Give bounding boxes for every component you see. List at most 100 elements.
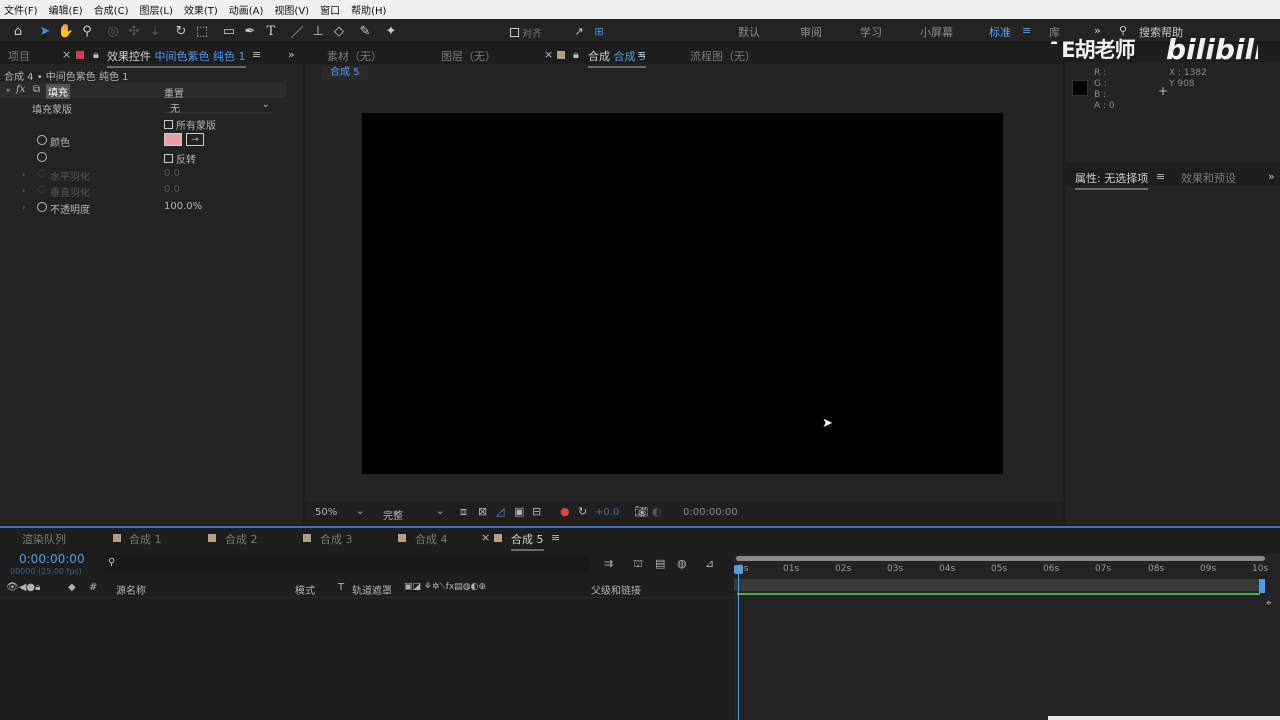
panel-menu-icon[interactable]: ≡ xyxy=(252,48,261,61)
fill-mask-dropdown[interactable]: 无 ⌄ xyxy=(164,99,272,115)
menu-help[interactable]: 帮助(H) xyxy=(351,2,386,17)
tab-comp1[interactable]: 合成 1 xyxy=(129,531,162,547)
tab-properties[interactable]: 属性: 无选择项 xyxy=(1075,170,1149,190)
col-source-name[interactable]: 源名称 xyxy=(116,582,146,597)
tab-effects-presets[interactable]: 效果和预设 xyxy=(1181,170,1236,186)
fast-preview-icon[interactable]: ⧈ xyxy=(460,505,467,519)
v-feather-twirl-icon[interactable]: › xyxy=(22,186,25,195)
lock-icon[interactable]: 🔒︎ xyxy=(93,48,99,62)
effect-twirl-icon[interactable]: ▾ xyxy=(6,86,10,95)
pan-behind-tool-icon[interactable]: ⬚ xyxy=(193,22,211,40)
props-menu-icon[interactable]: ≡ xyxy=(1156,170,1165,183)
snap-toggle[interactable]: 对齐 xyxy=(510,25,542,40)
pen-tool-icon[interactable]: ✒ xyxy=(241,22,259,40)
zoom-chevron-icon[interactable]: ⌄ xyxy=(356,506,364,517)
timeline-timecode[interactable]: 0:00:00:00 xyxy=(19,552,85,566)
hand-tool-icon[interactable]: ✋ xyxy=(57,22,75,40)
type-tool-icon[interactable]: T xyxy=(262,22,280,40)
opacity-value[interactable]: 100.0% xyxy=(164,201,202,212)
dolly-camera-icon[interactable]: ⇣ xyxy=(146,22,164,40)
brush-tool-icon[interactable]: ／ xyxy=(288,22,306,41)
tab-flowchart[interactable]: 流程图（无） xyxy=(690,48,756,64)
all-masks-checkbox[interactable] xyxy=(164,120,173,129)
workspace-standard[interactable]: 标准 xyxy=(989,24,1011,40)
effect-name[interactable]: 填充 xyxy=(46,84,70,99)
show-snapshot-icon[interactable]: ◐ xyxy=(652,505,662,518)
props-overflow-icon[interactable]: » xyxy=(1268,170,1275,183)
workspace-menu-icon[interactable]: ≡ xyxy=(1022,24,1031,37)
col-t[interactable]: T xyxy=(338,582,344,593)
all-masks-toggle[interactable]: 所有蒙版 xyxy=(164,117,216,132)
timeline-zoom-icon[interactable]: ⌖ xyxy=(1266,598,1272,609)
fx-icon[interactable]: fx xyxy=(16,84,25,95)
v-feather-value[interactable]: 0.0 xyxy=(164,184,180,195)
tab-comp3[interactable]: 合成 3 xyxy=(320,531,353,547)
snapshot-camera-icon[interactable]: 📷︎ xyxy=(634,505,648,518)
av-features-icon[interactable]: 👁︎◀︎●🔒︎ xyxy=(6,582,40,593)
color-stopwatch-icon[interactable] xyxy=(37,135,47,145)
frame-blending-icon[interactable]: ◍ xyxy=(677,557,687,570)
tab-effect-controls[interactable]: 效果控件 中间色紫色 纯色 1 xyxy=(107,48,246,68)
time-navigator[interactable] xyxy=(736,556,1265,561)
tab-comp2[interactable]: 合成 2 xyxy=(225,531,258,547)
workspace-learn[interactable]: 学习 xyxy=(860,24,882,40)
hide-shy-layers-icon[interactable]: ▤ xyxy=(655,557,665,570)
work-area-end-handle[interactable] xyxy=(1259,579,1265,593)
invert-toggle[interactable]: 反转 xyxy=(164,151,196,166)
snap-options-icon[interactable]: ↗ xyxy=(570,22,588,40)
label-tag-icon[interactable]: ◆ xyxy=(68,582,76,593)
switches-icon[interactable]: ▣◪ ⚘✲⟍fx▤◍◐⊕ xyxy=(404,582,486,592)
workspace-small-screen[interactable]: 小屏幕 xyxy=(920,24,953,40)
tab-layer[interactable]: 图层（无） xyxy=(441,48,496,64)
timeline-search-input[interactable]: ⚲ xyxy=(104,556,590,572)
pan-camera-icon[interactable]: ✣ xyxy=(125,22,143,40)
opacity-stopwatch-icon[interactable] xyxy=(37,202,47,212)
comp-panel-menu-icon[interactable]: ≡ xyxy=(637,48,646,61)
h-feather-stopwatch-icon[interactable]: ◌ xyxy=(37,168,46,179)
col-mode[interactable]: 模式 xyxy=(295,582,315,597)
rotate-tool-icon[interactable]: ↻ xyxy=(172,22,190,40)
zoom-dropdown[interactable]: 50% xyxy=(315,507,337,518)
close-timeline-tab-icon[interactable]: × xyxy=(481,531,490,544)
invert-stopwatch-icon[interactable] xyxy=(37,152,47,162)
region-of-interest-icon[interactable]: ▣ xyxy=(514,505,524,518)
graph-editor-icon[interactable]: ⊿ xyxy=(705,557,714,570)
color-swatch[interactable] xyxy=(164,133,182,146)
snap-checkbox[interactable] xyxy=(510,28,519,37)
mask-visibility-icon[interactable]: ◿ xyxy=(496,505,504,518)
menu-animation[interactable]: 动画(A) xyxy=(229,2,264,17)
effect-preset-icon[interactable]: ⧉ xyxy=(33,84,40,95)
eraser-tool-icon[interactable]: ◇ xyxy=(330,22,348,40)
menu-file[interactable]: 文件(F) xyxy=(4,2,38,17)
close-tab-icon[interactable]: × xyxy=(62,48,71,61)
invert-checkbox[interactable] xyxy=(164,154,173,163)
menu-edit[interactable]: 编辑(E) xyxy=(49,2,83,17)
resolution-chevron-icon[interactable]: ⌄ xyxy=(436,506,444,517)
transparency-grid-icon[interactable]: ⊠ xyxy=(478,505,487,518)
close-comp-tab-icon[interactable]: × xyxy=(544,48,553,61)
exposure-value[interactable]: +0.0 xyxy=(595,507,619,518)
timeline-scrollbar[interactable] xyxy=(1048,716,1280,720)
eyedropper-icon[interactable]: ⊸ xyxy=(186,133,204,146)
tab-comp5[interactable]: 合成 5 xyxy=(511,531,544,551)
comp-lock-icon[interactable]: 🔒︎ xyxy=(573,48,579,62)
rectangle-tool-icon[interactable]: ▭ xyxy=(220,22,238,40)
resolution-dropdown[interactable]: 完整 xyxy=(383,507,403,522)
grid-guides-icon[interactable]: ⊟ xyxy=(532,505,541,518)
menu-layer[interactable]: 图层(L) xyxy=(139,2,172,17)
composition-canvas[interactable] xyxy=(362,113,1003,474)
viewer-timecode[interactable]: 0:00:00:00 xyxy=(683,507,738,518)
panel-overflow-icon[interactable]: » xyxy=(288,48,295,61)
opacity-twirl-icon[interactable]: › xyxy=(22,203,25,212)
menu-effect[interactable]: 效果(T) xyxy=(184,2,218,17)
tab-footage[interactable]: 素材（无） xyxy=(327,48,382,64)
reset-exposure-icon[interactable]: ↻ xyxy=(578,505,587,518)
menu-composition[interactable]: 合成(C) xyxy=(94,2,129,17)
comp-chip[interactable]: 合成 5 xyxy=(322,66,368,80)
draft-3d-icon[interactable]: ⛫ xyxy=(633,557,643,572)
home-icon[interactable]: ⌂ xyxy=(9,22,27,40)
h-feather-value[interactable]: 0.0 xyxy=(164,168,180,179)
tab-project[interactable]: 项目 xyxy=(8,48,30,64)
clone-stamp-icon[interactable]: ⊥ xyxy=(309,22,327,40)
puppet-pin-icon[interactable]: ✦ xyxy=(382,22,400,40)
